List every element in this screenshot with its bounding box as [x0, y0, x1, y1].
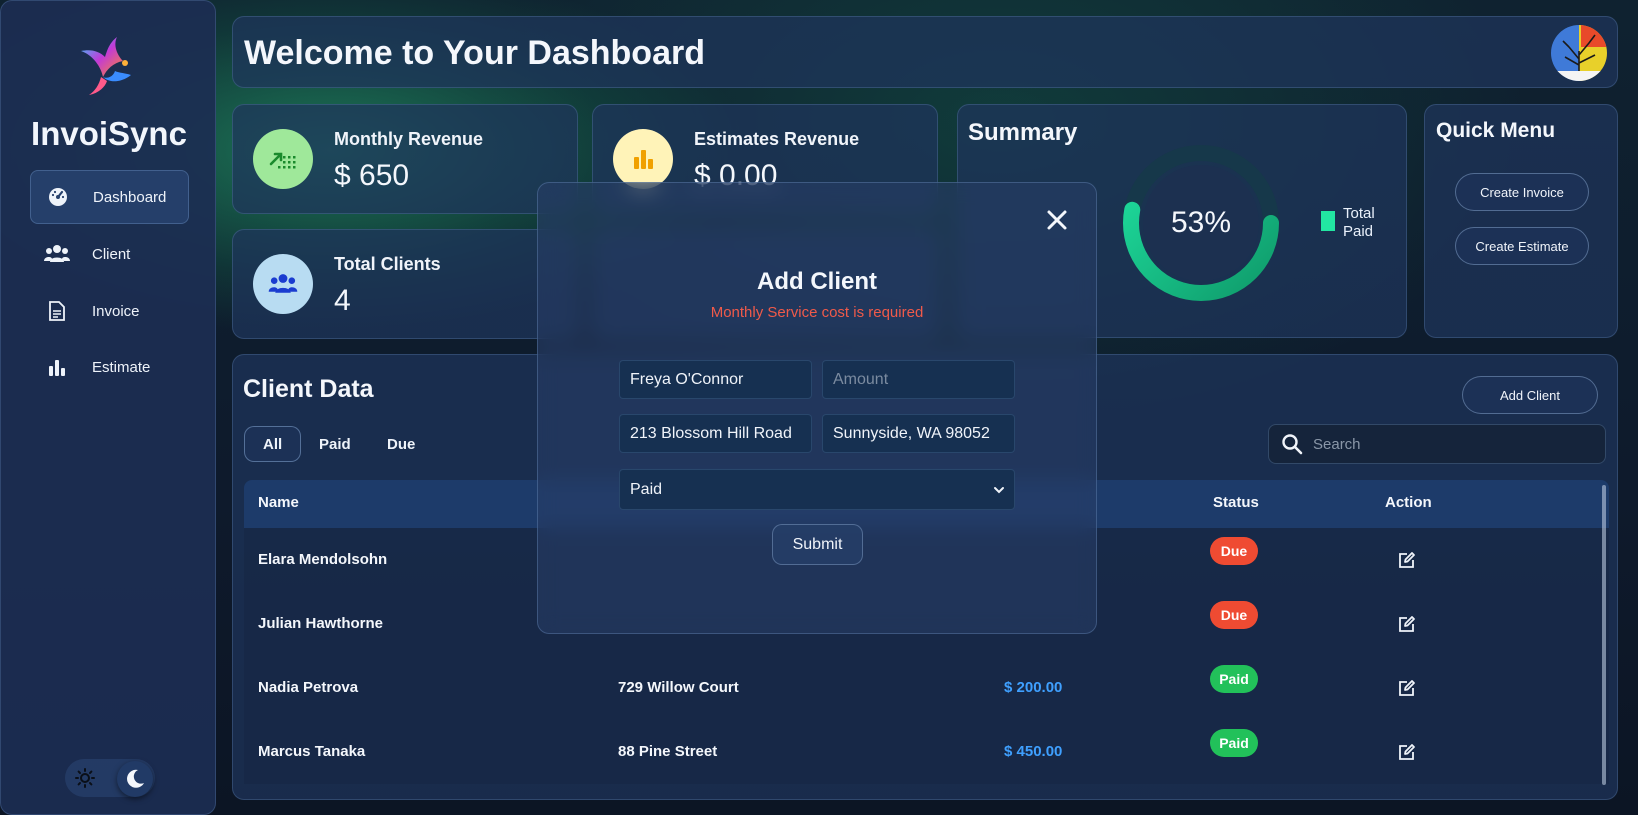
trend-up-icon [269, 152, 296, 169]
modal-title: Add Client [757, 268, 877, 295]
edit-icon[interactable] [1398, 615, 1416, 633]
sidebar-item-estimate[interactable]: Estimate [30, 340, 189, 394]
column-header-status: Status [1213, 494, 1259, 511]
client-name-field[interactable] [619, 360, 812, 399]
monthly-revenue-icon-circle [253, 129, 313, 189]
sidebar-item-invoice[interactable]: Invoice [30, 284, 189, 338]
chevron-down-icon [994, 487, 1004, 494]
submit-button[interactable]: Submit [772, 524, 863, 565]
client-name: Julian Hawthorne [258, 615, 384, 632]
edit-icon[interactable] [1398, 551, 1416, 569]
address-field[interactable] [619, 414, 812, 453]
theme-toggle[interactable] [65, 759, 155, 797]
add-client-modal: Add Client Monthly Service cost is requi… [537, 182, 1097, 634]
stat-title: Monthly Revenue [334, 129, 484, 149]
client-name: Elara Mendolsohn [258, 551, 388, 568]
status-badge: Due [1210, 537, 1258, 565]
legend-label: Total Paid [1343, 205, 1375, 240]
create-estimate-button[interactable]: Create Estimate [1455, 227, 1589, 265]
search-input[interactable] [1313, 435, 1593, 453]
sidebar-item-label: Client [92, 245, 131, 263]
table-scrollbar[interactable] [1602, 485, 1606, 785]
close-icon[interactable] [1041, 204, 1073, 236]
status-badge: Paid [1210, 665, 1258, 693]
avatar-image [1551, 25, 1607, 81]
total-clients-icon-circle [253, 254, 313, 314]
client-amount: $ 200.00 [1004, 679, 1063, 696]
edit-icon[interactable] [1398, 679, 1416, 697]
sidebar-item-label: Dashboard [93, 188, 167, 206]
sidebar: InvoiSync Dashboard Client Invoice Estim… [0, 0, 216, 815]
bar-chart-icon [44, 356, 70, 378]
stat-value: 4 [334, 284, 351, 317]
moon-icon[interactable] [117, 761, 153, 797]
client-amount: $ 450.00 [1004, 743, 1063, 760]
table-row: Marcus Tanaka 88 Pine Street $ 450.00 Pa… [244, 720, 1609, 784]
client-data-title: Client Data [243, 375, 374, 403]
stat-title: Estimates Revenue [694, 129, 860, 149]
filter-paid[interactable]: Paid [301, 426, 369, 462]
bird-logo-icon [81, 37, 131, 95]
gauge-icon [45, 186, 71, 208]
quick-menu-panel: Quick Menu Create Invoice Create Estimat… [1424, 104, 1618, 338]
sidebar-item-label: Estimate [92, 358, 151, 376]
summary-legend: Total Paid [1321, 205, 1393, 241]
client-address: 729 Willow Court [618, 679, 739, 696]
legend-swatch [1321, 211, 1335, 231]
bar-chart-icon [634, 150, 653, 169]
donut-percent-label: 53% [1170, 206, 1232, 239]
amount-field[interactable] [822, 360, 1015, 399]
monthly-revenue-card: Monthly Revenue $ 650 [232, 104, 578, 214]
status-select[interactable]: Paid [619, 469, 1015, 510]
table-row: Nadia Petrova 729 Willow Court $ 200.00 … [244, 656, 1609, 720]
sidebar-item-dashboard[interactable]: Dashboard [30, 170, 189, 224]
users-icon [44, 243, 70, 265]
client-address: 88 Pine Street [618, 743, 718, 760]
header: Welcome to Your Dashboard [232, 16, 1618, 88]
status-badge: Paid [1210, 729, 1258, 757]
summary-title: Summary [968, 119, 1078, 146]
column-header-action: Action [1385, 494, 1432, 511]
quick-menu-title: Quick Menu [1436, 119, 1556, 142]
total-clients-card: Total Clients 4 [232, 229, 578, 339]
page-title: Welcome to Your Dashboard [244, 34, 705, 72]
add-client-button[interactable]: Add Client [1462, 376, 1598, 414]
status-badge: Due [1210, 601, 1258, 629]
stat-value: $ 650 [334, 159, 410, 192]
client-name: Marcus Tanaka [258, 743, 366, 760]
filter-due[interactable]: Due [369, 426, 433, 462]
create-invoice-button[interactable]: Create Invoice [1455, 173, 1589, 211]
client-name: Nadia Petrova [258, 679, 359, 696]
modal-error-message: Monthly Service cost is required [710, 304, 924, 321]
edit-icon[interactable] [1398, 743, 1416, 761]
brand-name: InvoiSync [31, 115, 187, 152]
search-box[interactable] [1268, 424, 1606, 464]
sidebar-item-label: Invoice [92, 302, 140, 320]
stat-title: Total Clients [334, 254, 441, 274]
users-icon [268, 274, 298, 293]
sun-icon[interactable] [71, 764, 99, 792]
estimates-revenue-icon-circle [613, 129, 673, 189]
column-header-name: Name [258, 494, 299, 511]
sidebar-item-client[interactable]: Client [30, 227, 189, 281]
avatar[interactable] [1551, 25, 1607, 81]
document-icon [44, 300, 70, 322]
search-icon [1282, 434, 1303, 455]
city-field[interactable] [822, 414, 1015, 453]
filter-all[interactable]: All [244, 426, 302, 462]
status-select-value: Paid [630, 480, 663, 498]
